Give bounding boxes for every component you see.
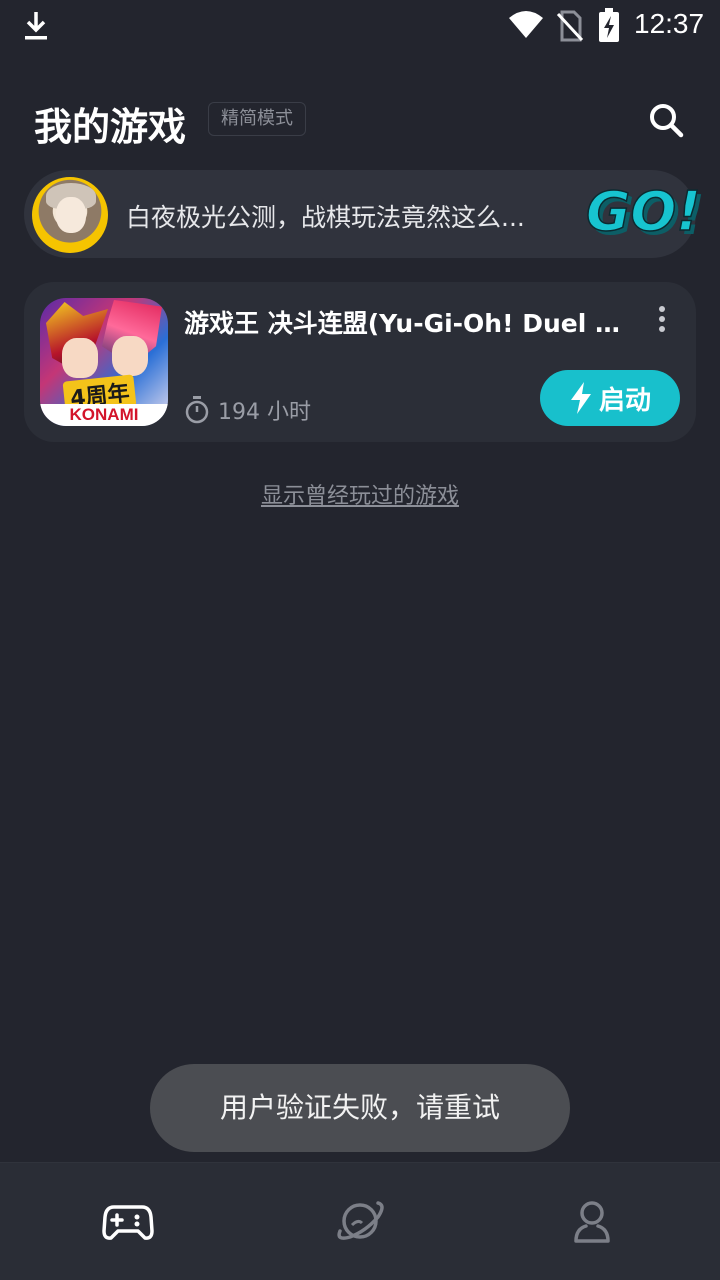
go-logo-icon[interactable]: GO! GO! <box>584 178 708 250</box>
page-title: 我的游戏 <box>34 105 187 149</box>
launch-label: 启动 <box>598 385 651 416</box>
banner-avatar <box>32 177 108 253</box>
promo-banner[interactable]: 白夜极光公测，战棋玩法竟然这么... GO! GO! <box>24 170 705 258</box>
launch-button[interactable]: 启动 <box>540 370 680 426</box>
search-icon[interactable] <box>646 100 686 140</box>
simple-mode-button[interactable]: 精简模式 <box>208 102 306 136</box>
more-options-icon[interactable] <box>650 304 674 334</box>
toast-message: 用户验证失败，请重试 <box>150 1064 570 1152</box>
no-sim-icon <box>556 10 584 42</box>
battery-charging-icon <box>599 8 619 42</box>
wifi-icon <box>509 11 543 38</box>
timer-icon <box>185 396 209 424</box>
gamepad-icon[interactable] <box>100 1193 156 1249</box>
go-label: GO! <box>586 180 701 243</box>
game-icon[interactable]: 4周年 KONAMI <box>40 298 168 426</box>
banner-text: 白夜极光公测，战棋玩法竟然这么... <box>126 203 525 232</box>
game-title: 游戏王 决斗连盟(Yu-Gi-Oh! Duel L... <box>184 309 634 338</box>
status-bar: 12:37 <box>0 0 720 52</box>
playtime: 194 小时 <box>184 394 311 426</box>
playtime-value: 194 小时 <box>218 400 311 425</box>
lightning-icon <box>570 382 591 414</box>
planet-icon[interactable] <box>332 1193 388 1249</box>
clock: 12:37 <box>634 8 705 39</box>
game-card[interactable]: 4周年 KONAMI 游戏王 决斗连盟(Yu-Gi-Oh! Duel L... … <box>24 282 696 442</box>
show-played-games-link[interactable]: 显示曾经玩过的游戏 <box>0 478 720 510</box>
profile-icon[interactable] <box>564 1193 620 1249</box>
bottom-nav <box>0 1162 720 1280</box>
brand-label: KONAMI <box>40 404 168 426</box>
download-icon <box>25 12 47 40</box>
